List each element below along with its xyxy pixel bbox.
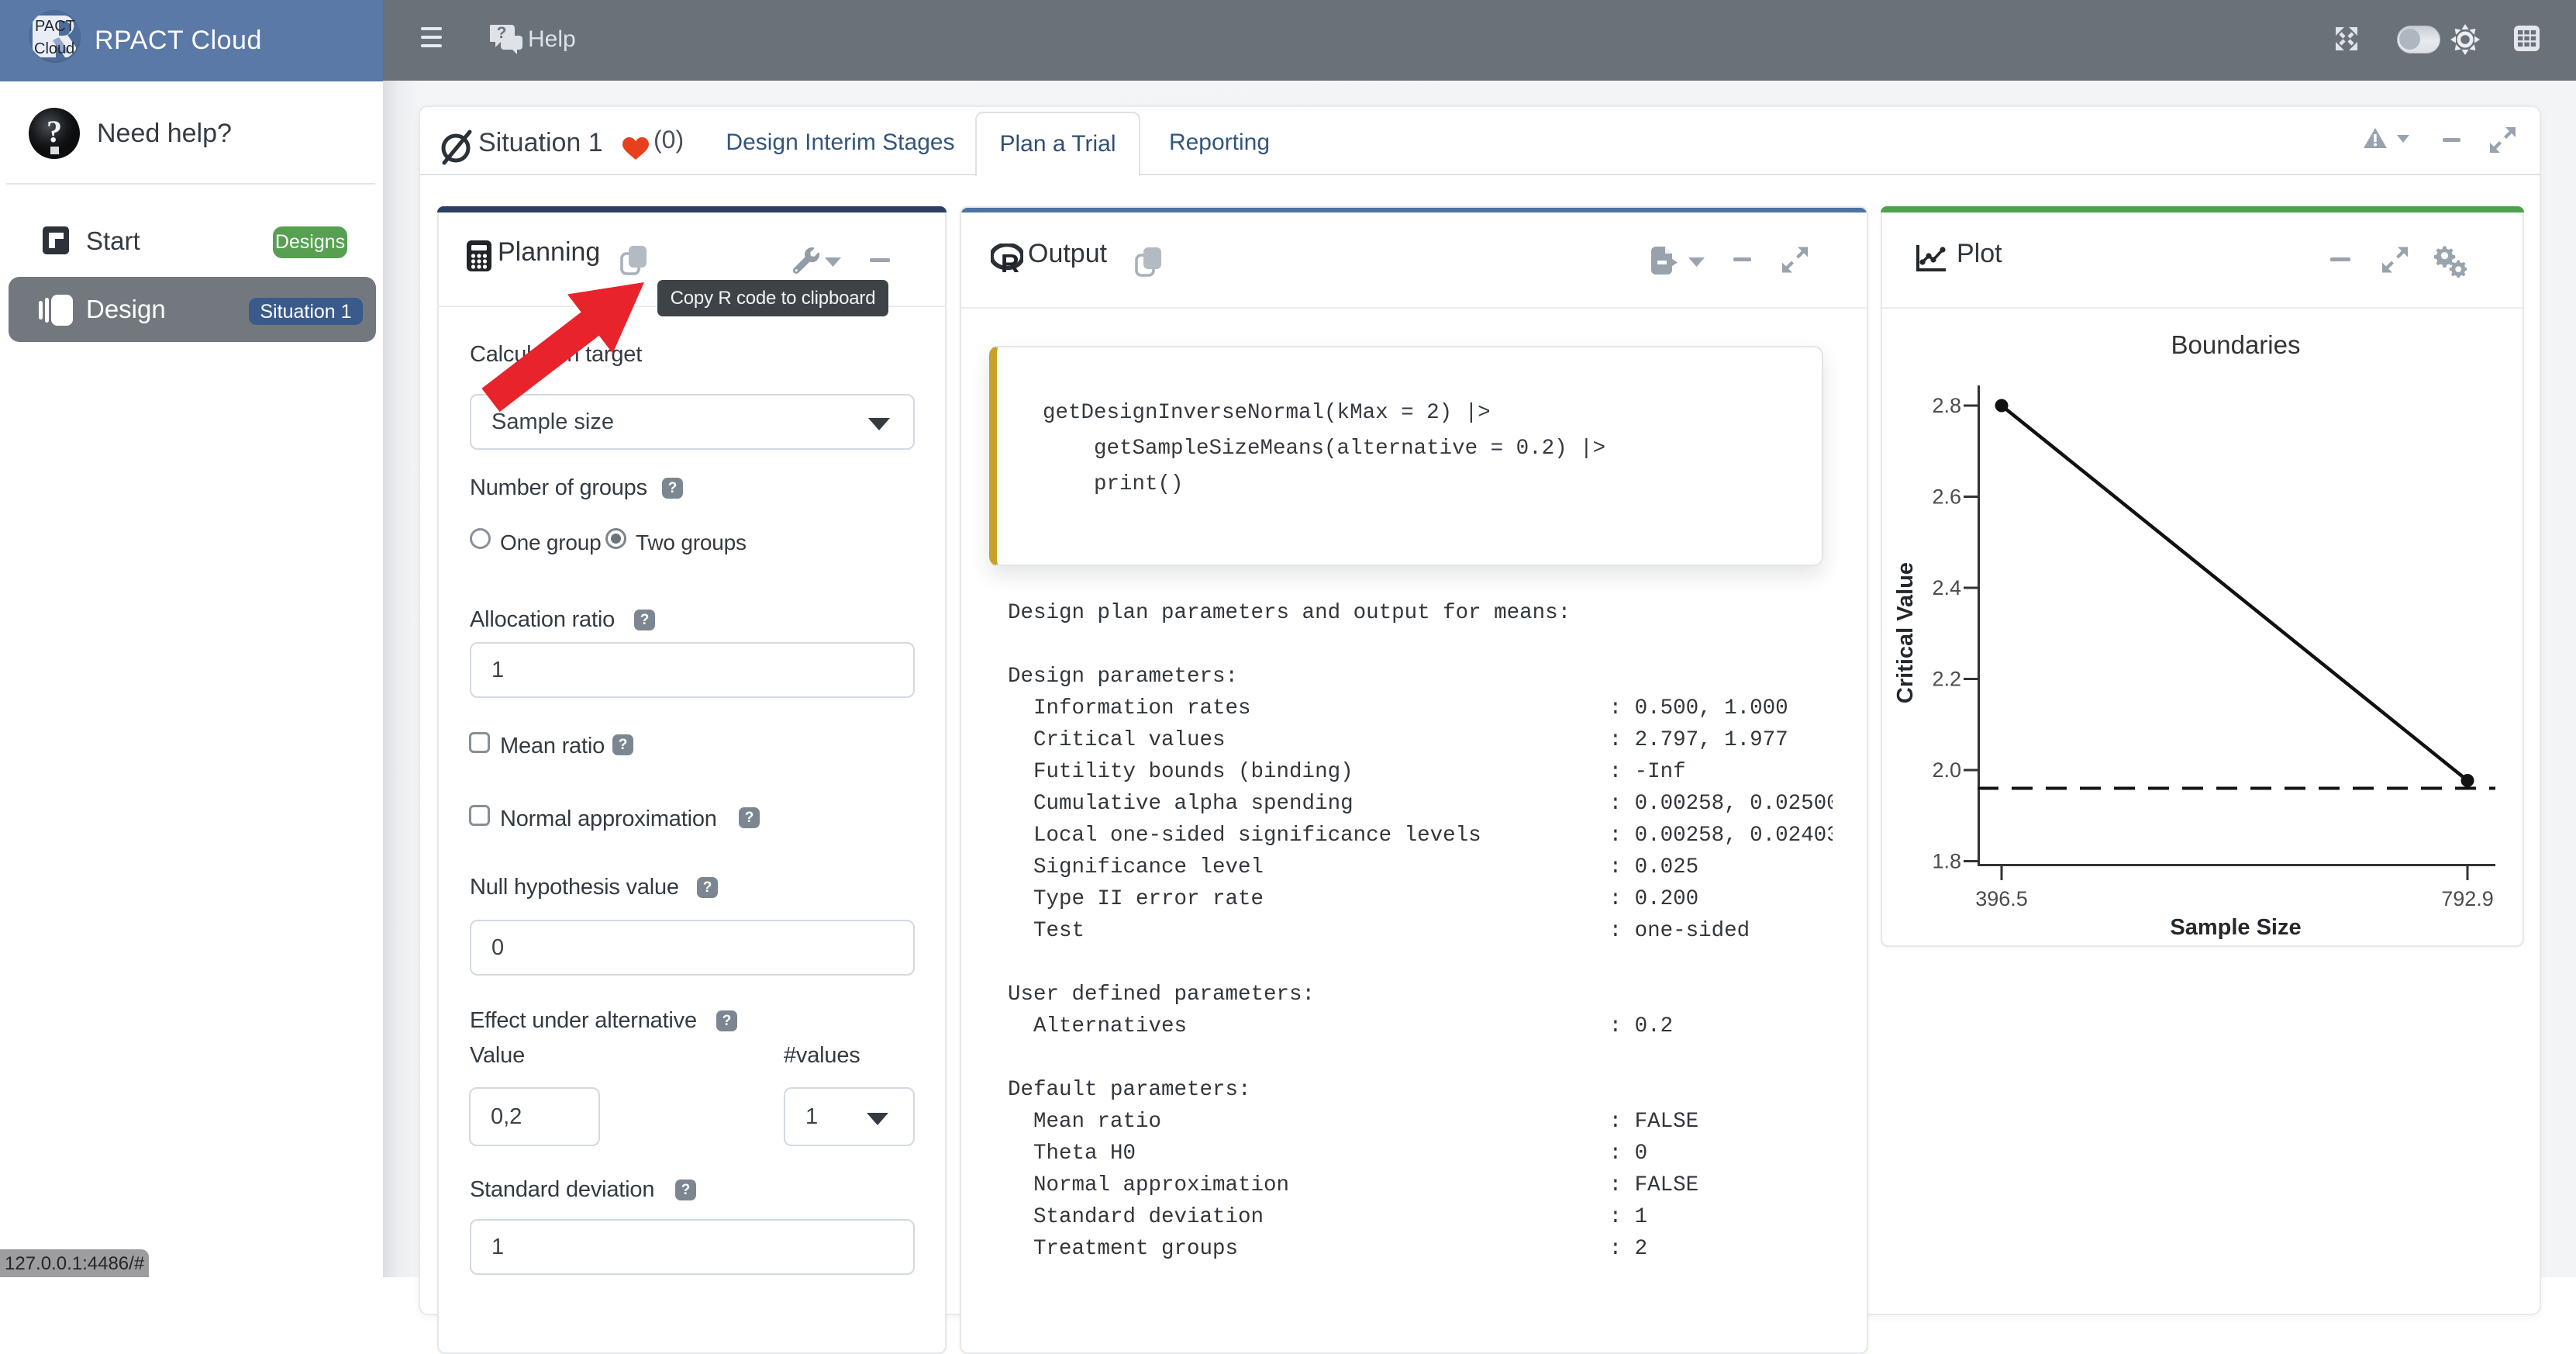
svg-text:396.5: 396.5 [1975,887,2028,910]
svg-text:Boundaries: Boundaries [2171,330,2301,359]
svg-text:Sample Size: Sample Size [2170,915,2301,940]
svg-text:792.9: 792.9 [2441,887,2494,910]
svg-text:2.8: 2.8 [1932,394,1961,417]
svg-text:2.6: 2.6 [1932,485,1961,509]
svg-text:?: ? [47,114,62,149]
svg-text:1.8: 1.8 [1932,850,1961,873]
svg-text:?: ? [497,24,507,42]
svg-text:Cloud: Cloud [34,40,74,57]
svg-text:R: R [1001,249,1019,275]
svg-text:2.2: 2.2 [1932,668,1961,691]
svg-text:2.4: 2.4 [1932,576,1961,599]
svg-text:Critical Value: Critical Value [1893,562,1918,703]
svg-text:2.0: 2.0 [1932,758,1961,782]
svg-text:PACT: PACT [35,18,75,35]
